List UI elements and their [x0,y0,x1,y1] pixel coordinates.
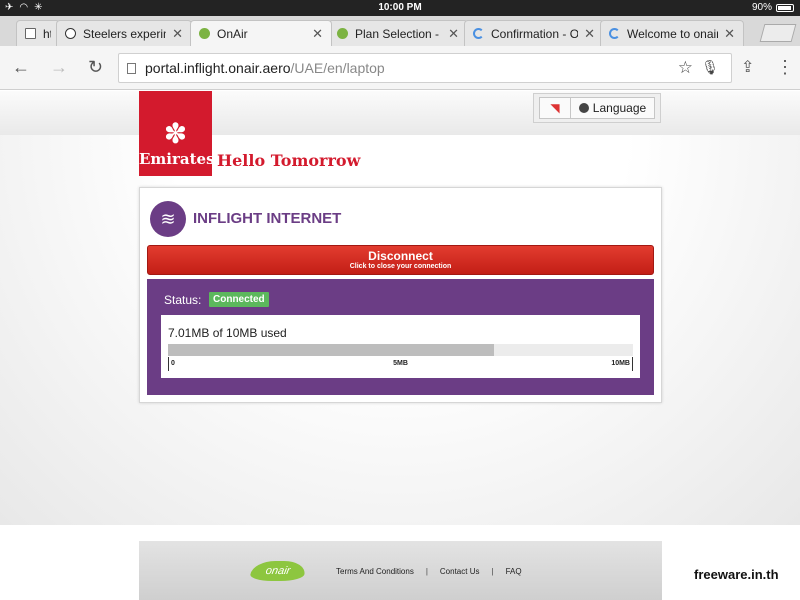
page-footer: onair Terms And Conditions | Contact Us … [139,541,662,600]
loading-icon [609,28,620,39]
document-icon [25,28,36,39]
disconnect-sublabel: Click to close your connection [349,263,452,270]
close-tab-icon[interactable]: ✕ [172,26,183,42]
footer-links: Terms And Conditions | Contact Us | FAQ [324,567,534,576]
card-title: INFLIGHT INTERNET [193,210,342,227]
header-controls: ◥ Language [533,93,661,123]
browser-toolbar: ← → ↻ portal.inflight.onair.aero/UAE/en/… [0,46,800,90]
forward-arrow-icon[interactable]: → [50,57,68,78]
tab-title: Welcome to onair [627,26,719,41]
reload-icon[interactable]: ↻ [88,57,103,78]
disconnect-label: Disconnect [368,249,433,263]
onair-icon [337,28,348,39]
tab-1[interactable]: Steelers experime ✕ [56,20,192,46]
tab-5[interactable]: Welcome to onair ✕ [600,20,744,46]
more-menu-icon[interactable]: ⋮ [776,57,794,78]
loading-icon [473,28,484,39]
scale-min: 0 [171,360,175,367]
tab-title: Confirmation - On [491,26,579,41]
terms-link[interactable]: Terms And Conditions [324,567,426,576]
usage-scale: 0 5MB 10MB [168,357,633,371]
battery-icon [776,3,794,12]
battery-percent: 90% [751,2,772,13]
language-label: Language [592,101,647,115]
usage-text: 7.01MB of 10MB used [168,326,287,340]
device-status-bar: ✈ ◠ ✳ 10:00 PM 90% [0,0,800,16]
steelers-icon [65,28,76,39]
bookmark-star-icon[interactable]: ☆ [678,58,693,78]
faq-link[interactable]: FAQ [494,567,534,576]
scale-mid: 5MB [393,360,408,367]
address-bar[interactable]: portal.inflight.onair.aero/UAE/en/laptop… [118,53,732,83]
url-path: /UAE/en/laptop [290,60,385,76]
url-host: portal.inflight.onair.aero [145,60,291,76]
rss-icon: ◥ [550,101,560,115]
onair-logo[interactable]: onair [249,561,307,581]
tab-2-active[interactable]: OnAir ✕ [190,20,332,46]
close-tab-icon[interactable]: ✕ [724,26,735,42]
tab-0[interactable]: htt [16,20,60,46]
tab-4[interactable]: Confirmation - On ✕ [464,20,604,46]
new-tab-button[interactable] [759,24,797,42]
header-band [0,91,800,135]
web-page: ✽ Emirates Hello Tomorrow ◥ Language ≋ I… [0,91,800,600]
microphone-icon[interactable]: 🎙 [701,59,719,76]
close-tab-icon[interactable]: ✕ [312,26,323,42]
wifi-icon: ≋ [150,201,186,237]
clock: 10:00 PM [378,2,422,13]
status-panel: Status: Connected 7.01MB of 10MB used 0 … [147,279,654,395]
disconnect-button[interactable]: Disconnect Click to close your connectio… [147,245,654,275]
battery-indicator: 90% [752,2,794,13]
globe-icon [578,103,589,113]
tagline: Hello Tomorrow [217,151,361,170]
watermark: freeware.in.th [694,567,779,582]
emirates-calligraphy-icon: ✽ [163,117,188,150]
contact-link[interactable]: Contact Us [428,567,492,576]
tab-title: OnAir [217,26,248,41]
internet-card: ≋ INFLIGHT INTERNET Disconnect Click to … [139,187,662,403]
tab-title: Plan Selection - O [355,26,443,41]
status-badge: Connected [209,292,269,307]
close-tab-icon[interactable]: ✕ [448,26,459,42]
language-button[interactable]: Language [571,97,655,119]
tab-title: Steelers experime [83,26,166,41]
emirates-logo[interactable]: ✽ Emirates [139,91,215,176]
scale-max: 10MB [611,360,630,367]
tab-title: htt [43,26,51,41]
tab-strip: htt Steelers experime ✕ OnAir ✕ Plan Sel… [0,16,800,46]
data-usage-box: 7.01MB of 10MB used 0 5MB 10MB [161,315,640,378]
onair-icon [199,28,210,39]
rss-button[interactable]: ◥ [539,97,571,119]
back-arrow-icon[interactable]: ← [12,57,30,78]
tab-3[interactable]: Plan Selection - O ✕ [328,20,468,46]
share-icon[interactable]: ⇪ [741,57,754,77]
usage-progress-fill [168,344,494,356]
usage-progress-bar [168,344,633,356]
page-info-icon[interactable] [127,62,136,74]
close-tab-icon[interactable]: ✕ [584,26,595,42]
logo-wordmark: Emirates [139,150,215,168]
status-label: Status: [164,293,202,307]
